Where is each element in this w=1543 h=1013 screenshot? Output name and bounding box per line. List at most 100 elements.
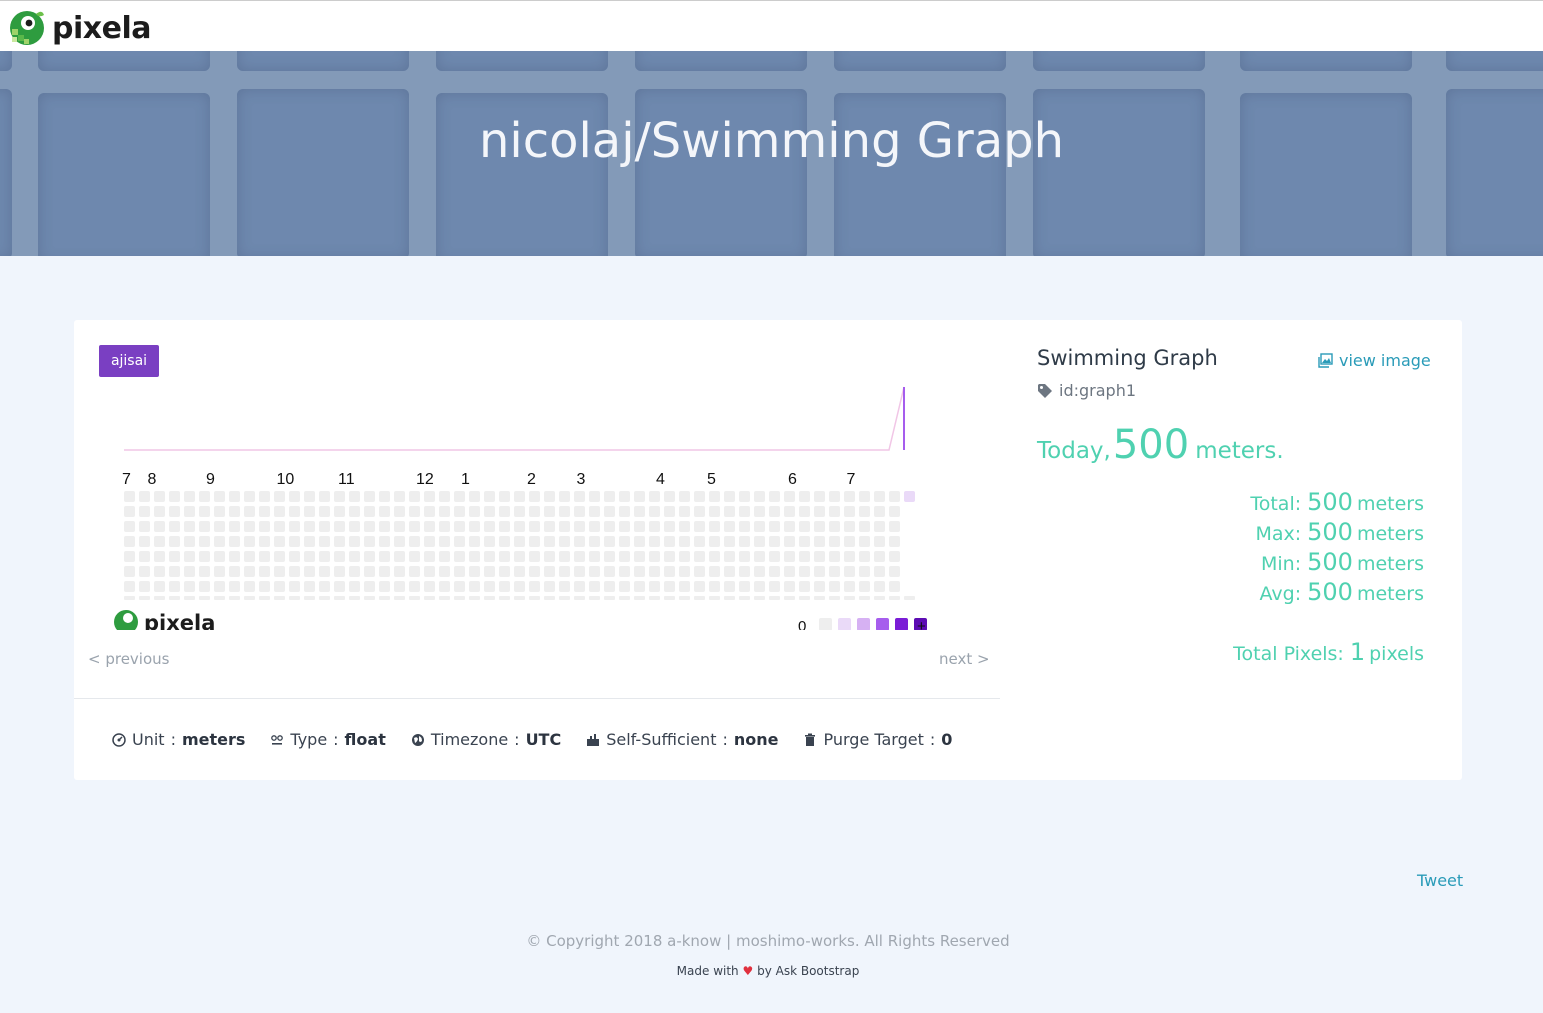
pixel-cell: [349, 551, 360, 562]
pixel-cell: [319, 566, 330, 577]
pixel-cell: [454, 551, 465, 562]
pixel-cell: [739, 596, 750, 600]
legend-high: +: [917, 618, 926, 630]
pixel-cell: [874, 521, 885, 532]
pixel-cell: [874, 551, 885, 562]
pixel-cell: [589, 536, 600, 547]
pixel-cell: [784, 596, 795, 600]
pixel-cell: [874, 506, 885, 517]
pixel-cell: [544, 566, 555, 577]
pixel-cell: [529, 581, 540, 592]
pixel-cell: [679, 491, 690, 502]
pixel-cell: [694, 506, 705, 517]
pixel-cell: [769, 491, 780, 502]
pixel-cell: [454, 581, 465, 592]
month-label: 3: [577, 471, 586, 488]
pixel-cell: [724, 566, 735, 577]
pixel-cell: [184, 521, 195, 532]
pixel-cell: [499, 581, 510, 592]
pixel-cell: [229, 521, 240, 532]
pixel-cell: [499, 521, 510, 532]
legend-swatch: [857, 618, 870, 630]
pixel-cell: [289, 566, 300, 577]
pixel-cell: [244, 536, 255, 547]
pixel-cell: [154, 566, 165, 577]
type-value: float: [344, 730, 386, 749]
pixel-cell: [379, 581, 390, 592]
month-label: 7: [847, 471, 856, 488]
pixel-cell: [259, 596, 270, 600]
pixel-graph: 7 8 9 10 11 12 1 2 3 4 5 6 7pixela 0 +: [114, 386, 927, 630]
pixel-cell: [169, 581, 180, 592]
pixel-cell: [709, 566, 720, 577]
pixel-cell: [379, 491, 390, 502]
pixel-cell: [229, 491, 240, 502]
pixel-cell: [379, 596, 390, 600]
pixel-cell: [409, 581, 420, 592]
pixel-cell: [259, 491, 270, 502]
pixel-cell: [499, 551, 510, 562]
navbar: pixela: [0, 0, 1543, 51]
stat-label: Total Pixels:: [1233, 643, 1344, 665]
pixel-cell: [319, 521, 330, 532]
pixel-cell: [589, 506, 600, 517]
view-image-link[interactable]: view image: [1318, 351, 1431, 370]
pixel-cell: [574, 566, 585, 577]
pixel-cell: [424, 521, 435, 532]
pixel-cell: [889, 581, 900, 592]
pixel-cell: [409, 596, 420, 600]
pixel-cell: [574, 581, 585, 592]
pixel-cell: [844, 566, 855, 577]
pixel-cell: [679, 596, 690, 600]
pixel-cell: [139, 491, 150, 502]
pixel-cell: [304, 581, 315, 592]
globe-icon: [411, 733, 425, 747]
pixela-logo-icon: [10, 11, 44, 45]
unit-value: meters: [181, 730, 246, 749]
timezone-label: Timezone: [430, 730, 509, 749]
pixel-cell: [289, 521, 300, 532]
pixel-cell: [229, 596, 240, 600]
stat-unit: meters: [1356, 523, 1424, 545]
pixel-cell: [484, 566, 495, 577]
brand-logo[interactable]: pixela: [8, 9, 151, 47]
pixel-cell: [544, 521, 555, 532]
next-link[interactable]: next >: [939, 650, 990, 668]
pixel-cell: [634, 536, 645, 547]
previous-link[interactable]: < previous: [88, 650, 169, 668]
heart-icon: ♥: [742, 964, 754, 978]
copyright: © Copyright 2018 a-know | moshimo-works.…: [526, 932, 1010, 950]
purge-target-label: Purge Target: [823, 730, 924, 749]
pixel-cell: [829, 566, 840, 577]
pixel-cell: [139, 566, 150, 577]
month-label: 6: [788, 471, 797, 488]
pixel-cell: [124, 536, 135, 547]
pixel-cell: [334, 536, 345, 547]
pixel-cell: [709, 491, 720, 502]
legend-swatch: [895, 618, 908, 630]
pixel-cell: [124, 521, 135, 532]
pixel-cell: [604, 521, 615, 532]
month-label: 8: [148, 471, 157, 488]
pixel-cell: [214, 596, 225, 600]
pixel-cell: [694, 566, 705, 577]
pixel-cell: [559, 566, 570, 577]
pixel-cell: [454, 506, 465, 517]
made-with-suffix[interactable]: by Ask Bootstrap: [757, 964, 859, 978]
pixel-cell: [409, 536, 420, 547]
stat-unit: meters: [1356, 583, 1424, 605]
pixel-cell: [499, 596, 510, 600]
today-label: Today,: [1037, 438, 1111, 464]
pixel-cell: [529, 551, 540, 562]
stat-value: 500: [1307, 548, 1353, 576]
pixel-cell: [169, 491, 180, 502]
pixel-cell: [529, 596, 540, 600]
tweet-link[interactable]: Tweet: [1417, 871, 1463, 890]
pixel-cell: [139, 521, 150, 532]
pixel-cell: [199, 551, 210, 562]
pixel-cell: [859, 581, 870, 592]
pixel-cell: [544, 536, 555, 547]
pixel-cell: [694, 596, 705, 600]
month-label: 11: [338, 471, 355, 488]
pixel-cell: [694, 551, 705, 562]
